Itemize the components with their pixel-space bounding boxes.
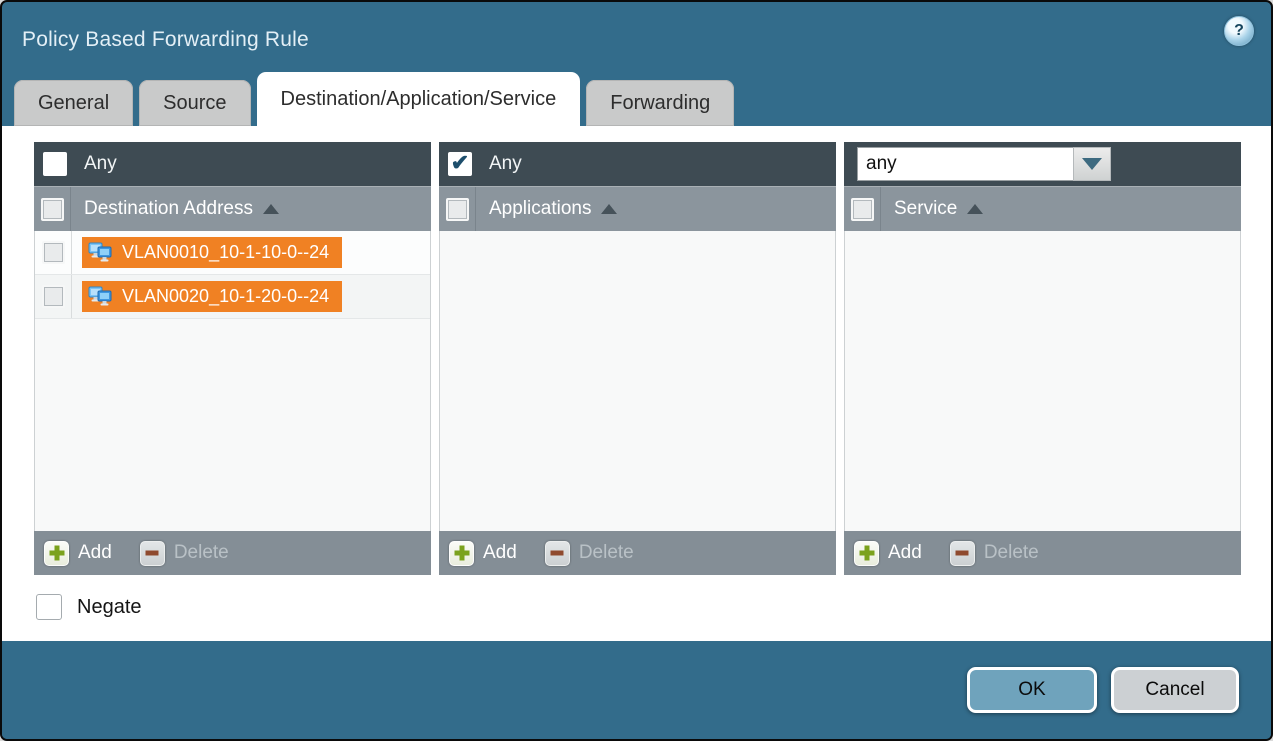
service-delete-button[interactable]: Delete — [950, 541, 1039, 566]
service-toolbar: Add Delete — [844, 531, 1241, 575]
address-object-chip[interactable]: VLAN0020_10-1-20-0--24 — [82, 281, 342, 312]
add-label: Add — [483, 542, 517, 564]
destination-any-checkbox[interactable] — [43, 152, 67, 176]
negate-row: Negate — [36, 594, 1241, 620]
tab-destination-application-service[interactable]: Destination/Application/Service — [257, 72, 581, 126]
delete-minus-icon — [950, 541, 975, 566]
delete-minus-icon — [140, 541, 165, 566]
tab-general[interactable]: General — [14, 80, 133, 126]
destination-any-bar: Any — [34, 142, 431, 186]
applications-select-all-cell — [439, 187, 476, 231]
service-combo — [857, 147, 1111, 181]
service-header-label: Service — [894, 198, 957, 220]
ok-button[interactable]: OK — [967, 667, 1097, 713]
negate-checkbox[interactable] — [36, 594, 62, 620]
delete-label: Delete — [984, 542, 1039, 564]
address-object-chip[interactable]: VLAN0010_10-1-10-0--24 — [82, 237, 342, 268]
applications-select-all-checkbox[interactable] — [446, 198, 469, 221]
applications-any-bar: ✔ Any — [439, 142, 836, 186]
service-list — [844, 231, 1241, 531]
applications-list — [439, 231, 836, 531]
destination-header-row: Destination Address — [34, 186, 431, 231]
tab-bar: General Source Destination/Application/S… — [2, 72, 1271, 126]
destination-select-all-checkbox[interactable] — [41, 198, 64, 221]
cancel-button[interactable]: Cancel — [1111, 667, 1239, 713]
dialog-title: Policy Based Forwarding Rule — [22, 28, 309, 52]
applications-delete-button[interactable]: Delete — [545, 541, 634, 566]
sort-ascending-icon — [601, 204, 617, 214]
table-row[interactable]: VLAN0010_10-1-10-0--24 — [35, 231, 430, 275]
help-icon[interactable]: ? — [1224, 16, 1254, 46]
tab-source[interactable]: Source — [139, 80, 250, 126]
add-label: Add — [78, 542, 112, 564]
policy-based-forwarding-dialog: Policy Based Forwarding Rule ? General S… — [0, 0, 1273, 741]
row-checkbox[interactable] — [42, 241, 65, 264]
service-header-row: Service — [844, 186, 1241, 231]
address-object-label: VLAN0010_10-1-10-0--24 — [122, 242, 329, 263]
destination-any-label: Any — [84, 153, 117, 175]
title-bar: Policy Based Forwarding Rule ? — [2, 2, 1271, 72]
address-group-icon — [88, 286, 113, 307]
add-plus-icon — [449, 541, 474, 566]
service-dropdown-bar — [844, 142, 1241, 186]
checkmark-icon: ✔ — [451, 152, 469, 174]
applications-any-label: Any — [489, 153, 522, 175]
delete-label: Delete — [579, 542, 634, 564]
destination-header-label: Destination Address — [84, 198, 253, 220]
applications-column-header[interactable]: Applications — [489, 198, 617, 220]
columns-container: Any Destination Address — [34, 142, 1241, 575]
row-checkbox-cell — [35, 231, 72, 274]
applications-any-checkbox[interactable]: ✔ — [448, 152, 472, 176]
destination-address-panel: Any Destination Address — [34, 142, 431, 575]
destination-delete-button[interactable]: Delete — [140, 541, 229, 566]
applications-toolbar: Add Delete — [439, 531, 836, 575]
destination-list: VLAN0010_10-1-10-0--24 — [34, 231, 431, 531]
service-select-all-cell — [844, 187, 881, 231]
destination-column-header[interactable]: Destination Address — [84, 198, 279, 220]
table-row[interactable]: VLAN0020_10-1-20-0--24 — [35, 275, 430, 319]
delete-minus-icon — [545, 541, 570, 566]
negate-label: Negate — [77, 596, 142, 619]
delete-label: Delete — [174, 542, 229, 564]
tab-forwarding[interactable]: Forwarding — [586, 80, 734, 126]
applications-header-label: Applications — [489, 198, 591, 220]
chevron-down-icon — [1082, 158, 1102, 170]
tab-content: Any Destination Address — [2, 126, 1271, 641]
row-checkbox[interactable] — [42, 285, 65, 308]
sort-ascending-icon — [967, 204, 983, 214]
destination-add-button[interactable]: Add — [44, 541, 112, 566]
dialog-footer: OK Cancel — [2, 641, 1271, 739]
applications-panel: ✔ Any Applications — [439, 142, 836, 575]
add-plus-icon — [44, 541, 69, 566]
destination-toolbar: Add Delete — [34, 531, 431, 575]
add-plus-icon — [854, 541, 879, 566]
service-panel: Service Add Delete — [844, 142, 1241, 575]
applications-add-button[interactable]: Add — [449, 541, 517, 566]
add-label: Add — [888, 542, 922, 564]
sort-ascending-icon — [263, 204, 279, 214]
address-object-label: VLAN0020_10-1-20-0--24 — [122, 286, 329, 307]
help-glyph: ? — [1234, 22, 1244, 40]
service-add-button[interactable]: Add — [854, 541, 922, 566]
service-column-header[interactable]: Service — [894, 198, 983, 220]
destination-select-all-cell — [34, 187, 71, 231]
service-select-all-checkbox[interactable] — [851, 198, 874, 221]
service-dropdown-button[interactable] — [1073, 147, 1111, 181]
service-dropdown-input[interactable] — [857, 147, 1073, 181]
address-group-icon — [88, 242, 113, 263]
row-checkbox-cell — [35, 275, 72, 318]
applications-header-row: Applications — [439, 186, 836, 231]
